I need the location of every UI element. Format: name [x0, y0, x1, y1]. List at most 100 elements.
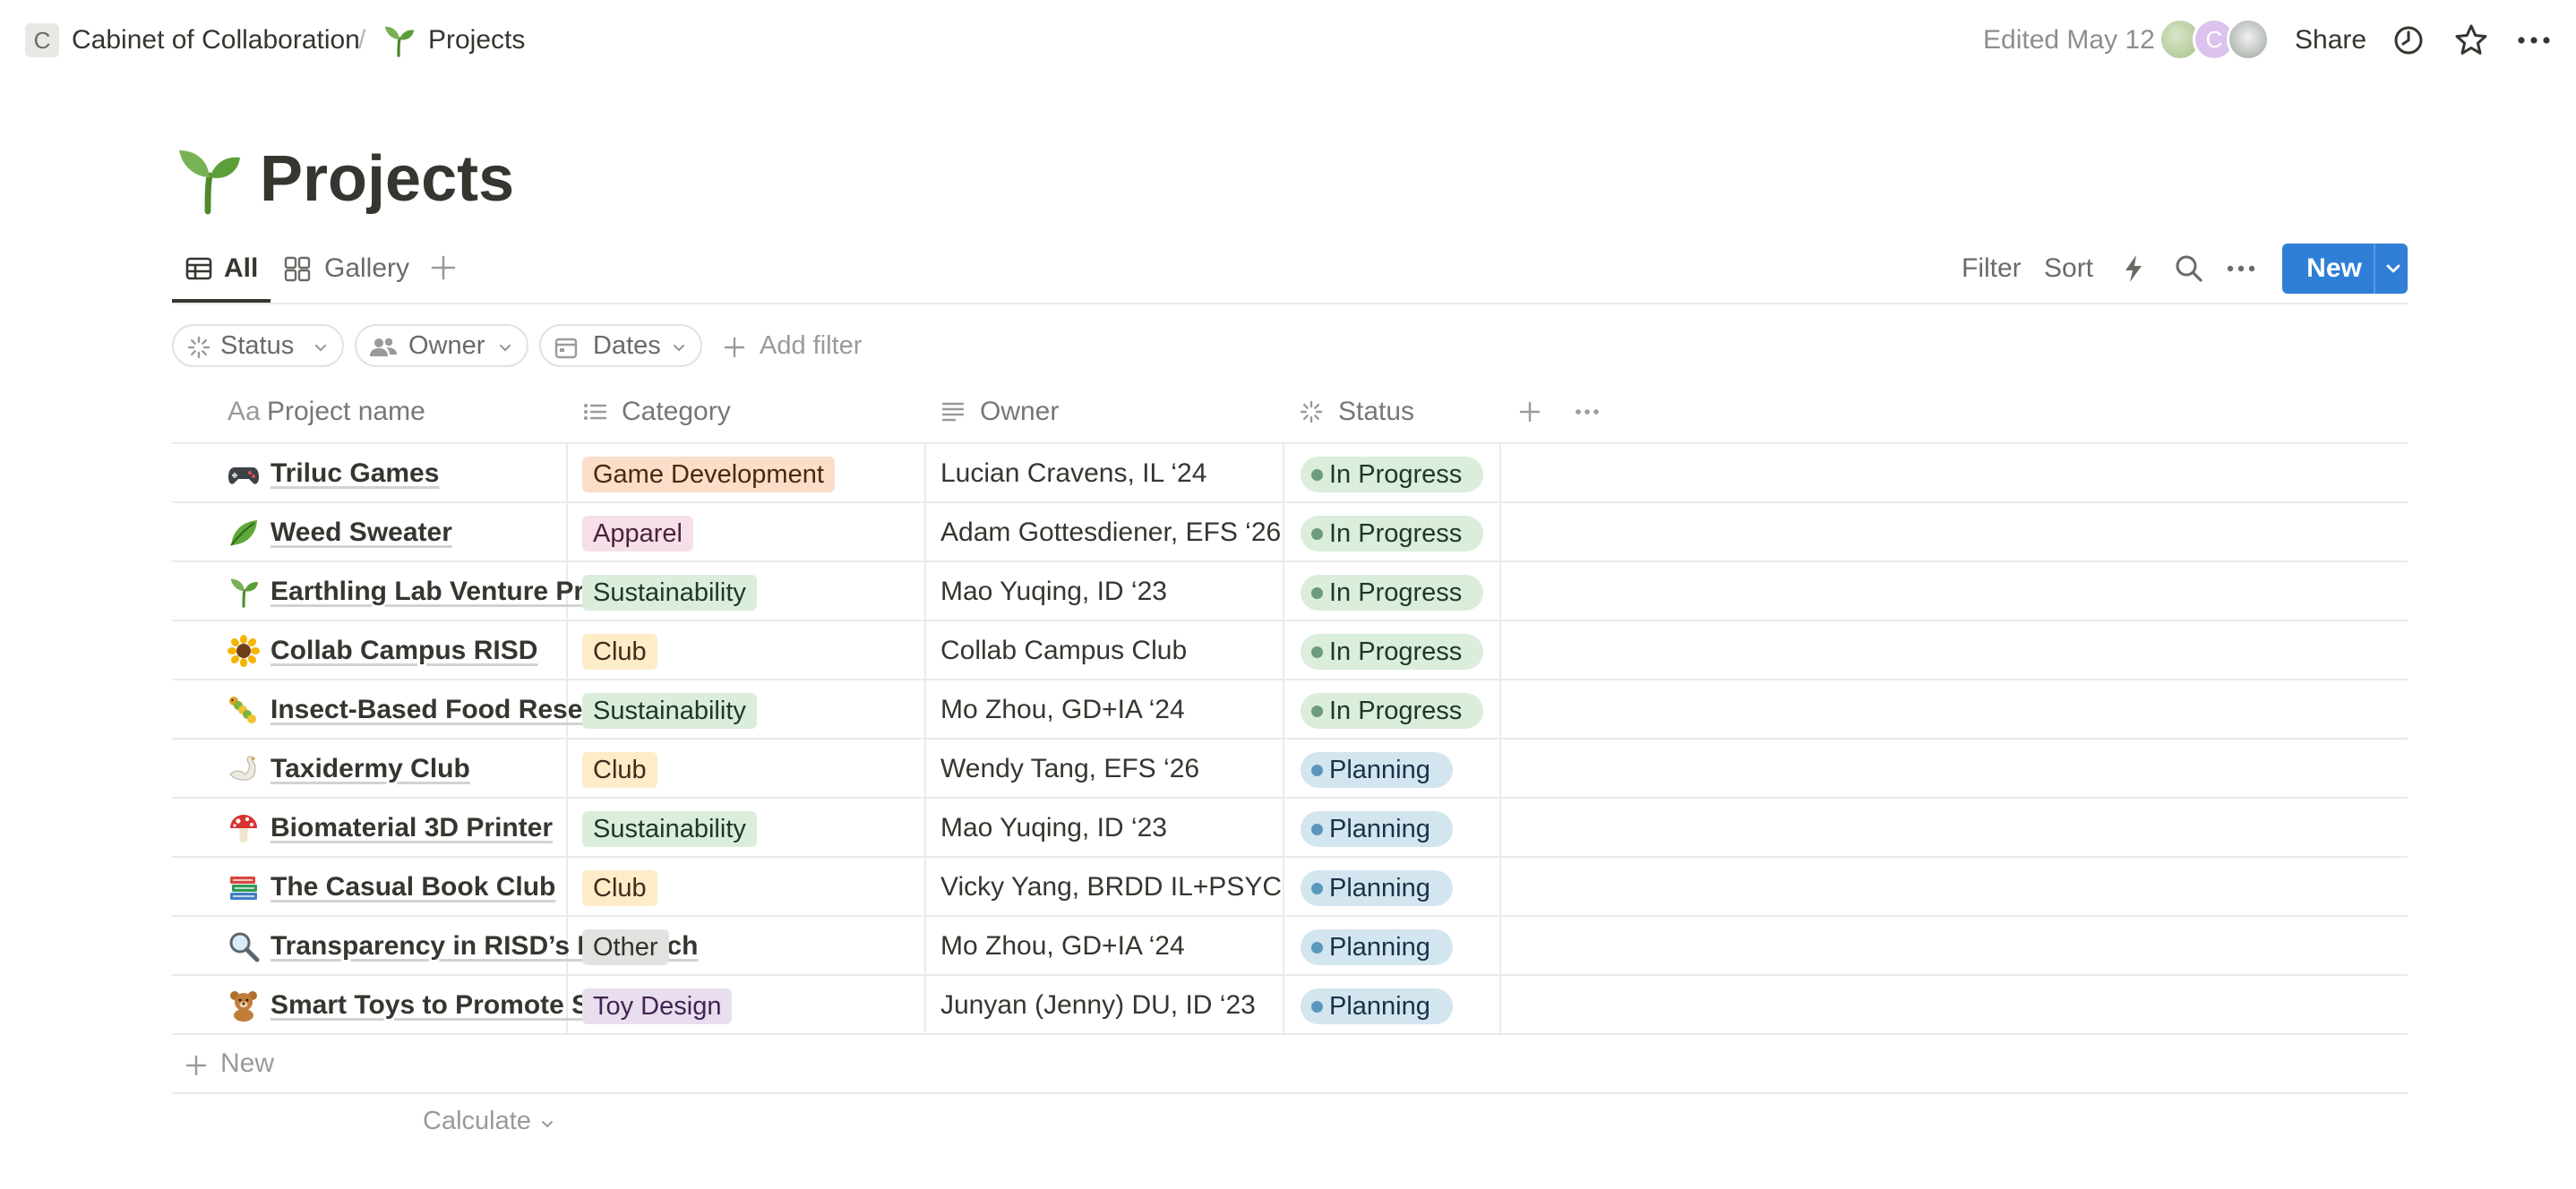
project-name[interactable]: The Casual Book Club	[270, 868, 736, 906]
chevron-down-icon[interactable]	[2383, 258, 2404, 279]
status-badge[interactable]: In Progress	[1301, 457, 1483, 492]
table-row[interactable]: Earthling Lab Venture Program Sustainabi…	[172, 562, 2408, 621]
status-label: Planning	[1329, 933, 1430, 962]
owner-cell[interactable]: Lucian Cravens, IL ‘24	[940, 455, 1283, 492]
category-tag[interactable]: Club	[582, 870, 657, 906]
status-badge[interactable]: Planning	[1301, 811, 1453, 847]
owner-cell[interactable]: Junyan (Jenny) DU, ID ‘23	[940, 987, 1283, 1024]
search-icon[interactable]	[2171, 251, 2207, 287]
column-header-label: Project name	[267, 397, 425, 426]
category-tag[interactable]: Other	[582, 929, 669, 965]
status-label: In Progress	[1329, 519, 1463, 548]
owner-cell[interactable]: Mao Yuqing, ID ‘23	[940, 809, 1283, 847]
category-tag[interactable]: Apparel	[582, 516, 693, 552]
breadcrumb-workspace[interactable]: Cabinet of Collaboration	[72, 21, 360, 59]
sort-button[interactable]: Sort	[2044, 251, 2093, 287]
more-icon[interactable]	[2515, 21, 2553, 59]
breadcrumb-separator: /	[358, 25, 366, 55]
more-icon[interactable]	[1573, 398, 1601, 426]
more-icon[interactable]	[2223, 251, 2259, 287]
table-row[interactable]: Smart Toys to Promote STEM Toy Design Ju…	[172, 976, 2408, 1035]
table-icon	[185, 257, 212, 280]
status-badge[interactable]: Planning	[1301, 752, 1453, 788]
status-badge[interactable]: Planning	[1301, 870, 1453, 906]
share-button[interactable]: Share	[2295, 21, 2366, 59]
edited-timestamp: Edited May 12	[1983, 25, 2155, 55]
seedling-icon[interactable]	[172, 143, 244, 215]
owner-cell[interactable]: Mao Yuqing, ID ‘23	[940, 573, 1283, 611]
status-label: In Progress	[1329, 578, 1463, 607]
status-badge[interactable]: In Progress	[1301, 634, 1483, 670]
lightning-icon[interactable]	[2116, 251, 2151, 287]
leaf-icon	[230, 520, 257, 546]
filter-pill-label: Status	[220, 331, 295, 360]
workspace-icon[interactable]: C	[25, 23, 59, 57]
owner-cell[interactable]: Mo Zhou, GD+IA ‘24	[940, 691, 1283, 729]
filter-pill-dates[interactable]: Dates	[539, 324, 702, 367]
star-icon[interactable]	[2452, 21, 2490, 59]
owner-cell[interactable]: Wendy Tang, EFS ‘26	[940, 750, 1283, 788]
calendar-icon	[554, 338, 578, 359]
status-dot	[1311, 528, 1323, 540]
chevron-down-icon	[673, 344, 685, 352]
table-row[interactable]: Insect-Based Food Research Sustainabilit…	[172, 680, 2408, 740]
column-header-label: Status	[1338, 397, 1415, 426]
filter-pill-status[interactable]: Status	[172, 324, 344, 367]
add-column-icon[interactable]	[1516, 398, 1544, 426]
status-label: Planning	[1329, 756, 1430, 784]
magnifying-glass-icon	[229, 932, 260, 962]
add-view-icon[interactable]	[426, 251, 460, 285]
owner-cell[interactable]: Collab Campus Club	[940, 632, 1283, 670]
status-icon	[1300, 400, 1323, 423]
owner-cell[interactable]: Vicky Yang, BRDD IL+PSYCH ‘	[940, 868, 1283, 906]
sunflower-icon	[228, 635, 260, 667]
table-row[interactable]: The Casual Book Club Club Vicky Yang, BR…	[172, 858, 2408, 917]
clock-icon[interactable]	[2390, 21, 2427, 59]
table-row[interactable]: Weed Sweater Apparel Adam Gottesdiener, …	[172, 503, 2408, 562]
mushroom-icon	[230, 815, 257, 843]
status-label: Planning	[1329, 874, 1430, 902]
category-tag[interactable]: Sustainability	[582, 811, 757, 847]
calculate-button[interactable]: Calculate	[423, 1103, 553, 1139]
column-header-label: Owner	[980, 397, 1060, 426]
category-tag[interactable]: Club	[582, 752, 657, 788]
table-row[interactable]: Collab Campus RISD Club Collab Campus Cl…	[172, 621, 2408, 680]
project-name[interactable]: Taxidermy Club	[270, 750, 736, 788]
category-tag[interactable]: Sustainability	[582, 575, 757, 611]
filter-button[interactable]: Filter	[1962, 251, 2022, 287]
new-button[interactable]: New	[2282, 244, 2408, 294]
avatar[interactable]	[2227, 18, 2270, 61]
table-row[interactable]: Biomaterial 3D Printer Sustainability Ma…	[172, 799, 2408, 858]
seedling-icon	[382, 23, 416, 57]
category-tag[interactable]: Sustainability	[582, 693, 757, 729]
tab-label: Gallery	[324, 253, 410, 283]
new-row-label: New	[220, 1048, 275, 1078]
status-label: In Progress	[1329, 460, 1463, 489]
category-tag[interactable]: Toy Design	[582, 988, 733, 1024]
owner-cell[interactable]: Mo Zhou, GD+IA ‘24	[940, 928, 1283, 965]
status-badge[interactable]: In Progress	[1301, 575, 1483, 611]
plus-icon	[185, 1055, 207, 1076]
status-dot	[1311, 765, 1323, 776]
status-badge[interactable]: Planning	[1301, 929, 1453, 965]
people-icon	[370, 338, 397, 356]
row-divider	[172, 1092, 2408, 1094]
new-button-label: New	[2306, 253, 2362, 283]
status-dot	[1311, 469, 1323, 481]
table-row[interactable]: Taxidermy Club Club Wendy Tang, EFS ‘26 …	[172, 740, 2408, 799]
table-row[interactable]: Transparency in RISD’s Research Other Mo…	[172, 917, 2408, 976]
status-badge[interactable]: In Progress	[1301, 516, 1483, 552]
status-badge[interactable]: Planning	[1301, 988, 1453, 1024]
category-tag[interactable]: Club	[582, 634, 657, 670]
category-tag[interactable]: Game Development	[582, 457, 835, 492]
new-button-divider	[2374, 244, 2375, 294]
filter-pill-owner[interactable]: Owner	[355, 324, 528, 367]
status-badge[interactable]: In Progress	[1301, 693, 1483, 729]
project-name[interactable]: Collab Campus RISD	[270, 632, 736, 670]
status-dot	[1311, 883, 1323, 894]
owner-cell[interactable]: Adam Gottesdiener, EFS ‘26	[940, 514, 1283, 552]
chevron-down-icon	[542, 1121, 553, 1128]
add-filter-label: Add filter	[760, 331, 863, 360]
breadcrumb-page[interactable]: Projects	[428, 21, 525, 59]
table-row[interactable]: Triluc Games Game Development Lucian Cra…	[172, 444, 2408, 503]
